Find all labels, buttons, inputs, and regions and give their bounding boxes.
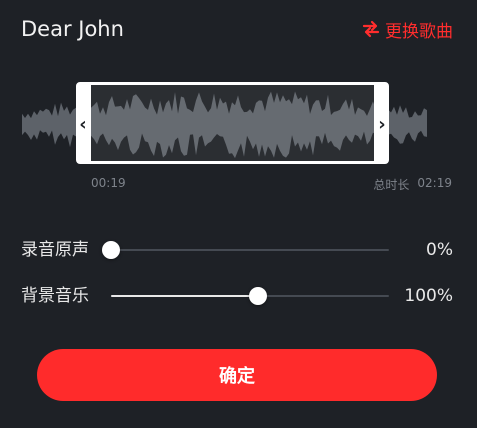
chevron-right-icon[interactable]: › bbox=[375, 115, 389, 135]
clip-start-time: 00:19 bbox=[91, 176, 126, 190]
swap-arrows-icon bbox=[362, 20, 380, 38]
chevron-left-icon[interactable]: ‹ bbox=[76, 115, 90, 135]
original-voice-label: 录音原声 bbox=[21, 240, 89, 260]
total-duration: 总时长 02:19 bbox=[373, 176, 452, 193]
clip-selection-window[interactable]: ‹ › bbox=[76, 82, 389, 164]
total-duration-value: 02:19 bbox=[417, 176, 452, 190]
background-music-value: 100% bbox=[404, 286, 453, 306]
background-music-slider[interactable] bbox=[111, 287, 389, 305]
song-title: Dear John bbox=[21, 17, 124, 41]
background-music-fill bbox=[111, 295, 259, 297]
original-voice-row: 录音原声 0% bbox=[21, 235, 453, 265]
audio-mix-panel: Dear John 更换歌曲 ‹ › 00:19 总时长 02:19 录音原声 … bbox=[0, 0, 477, 428]
confirm-button[interactable]: 确定 bbox=[37, 349, 437, 401]
background-music-thumb[interactable] bbox=[249, 287, 268, 305]
original-voice-value: 0% bbox=[426, 240, 453, 260]
change-song-button[interactable]: 更换歌曲 bbox=[362, 16, 453, 42]
background-music-row: 背景音乐 100% bbox=[21, 281, 453, 311]
total-duration-label: 总时长 bbox=[373, 178, 410, 192]
change-song-label: 更换歌曲 bbox=[385, 21, 453, 42]
original-voice-thumb[interactable] bbox=[102, 241, 120, 259]
original-voice-slider[interactable] bbox=[102, 241, 389, 259]
background-music-label: 背景音乐 bbox=[21, 286, 89, 306]
